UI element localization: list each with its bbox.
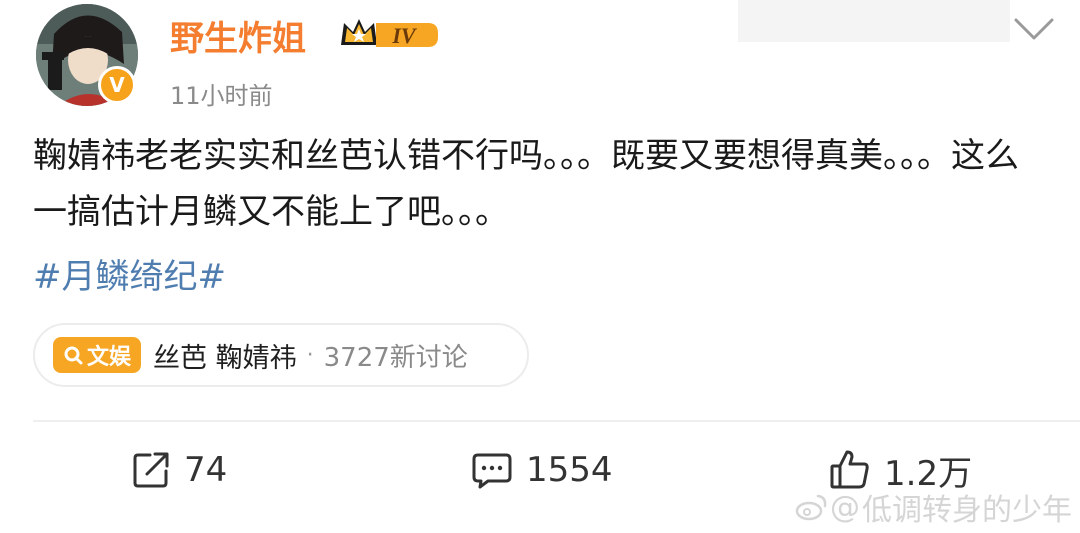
hashtag-link[interactable]: #月鳞绮纪#	[33, 249, 226, 305]
repost-button[interactable]: 74	[130, 442, 227, 498]
topic-category-tag: 文娱	[53, 337, 142, 373]
header-shade	[738, 0, 1010, 42]
action-divider	[33, 420, 1080, 422]
search-icon	[64, 346, 83, 365]
chevron-down-icon	[1014, 18, 1054, 40]
topic-name: 丝芭 鞠婧祎	[153, 342, 297, 374]
level-badge-text: IV	[391, 23, 418, 48]
verified-icon: V	[98, 66, 136, 104]
watermark-at: @	[830, 489, 860, 525]
repost-icon	[133, 452, 169, 488]
watermark: @ 低调转身的少年	[794, 485, 1072, 529]
post-timestamp[interactable]: 11小时前	[170, 76, 273, 111]
crown-icon	[341, 19, 377, 45]
comment-count: 1554	[526, 450, 613, 490]
post-text: 鞠婧祎老老实实和丝芭认错不行吗。。。既要又要想得真美。。。这么一搞估计月鳞又不能…	[33, 136, 1019, 232]
level-badge[interactable]: IV	[338, 15, 440, 57]
watermark-handle: 低调转身的少年	[862, 493, 1072, 528]
topic-category-label: 文娱	[87, 345, 132, 370]
topic-discussion-count: 3727新讨论	[323, 342, 468, 373]
repost-count: 74	[184, 450, 228, 490]
topic-separator: ·	[306, 342, 314, 368]
more-menu-button[interactable]	[1012, 16, 1056, 46]
topic-card[interactable]: 文娱 丝芭 鞠婧祎 · 3727新讨论	[33, 323, 529, 387]
username[interactable]: 野生炸姐	[170, 11, 306, 60]
comment-icon	[472, 453, 512, 489]
comment-button[interactable]: 1554	[470, 442, 613, 498]
weibo-icon	[795, 494, 827, 521]
